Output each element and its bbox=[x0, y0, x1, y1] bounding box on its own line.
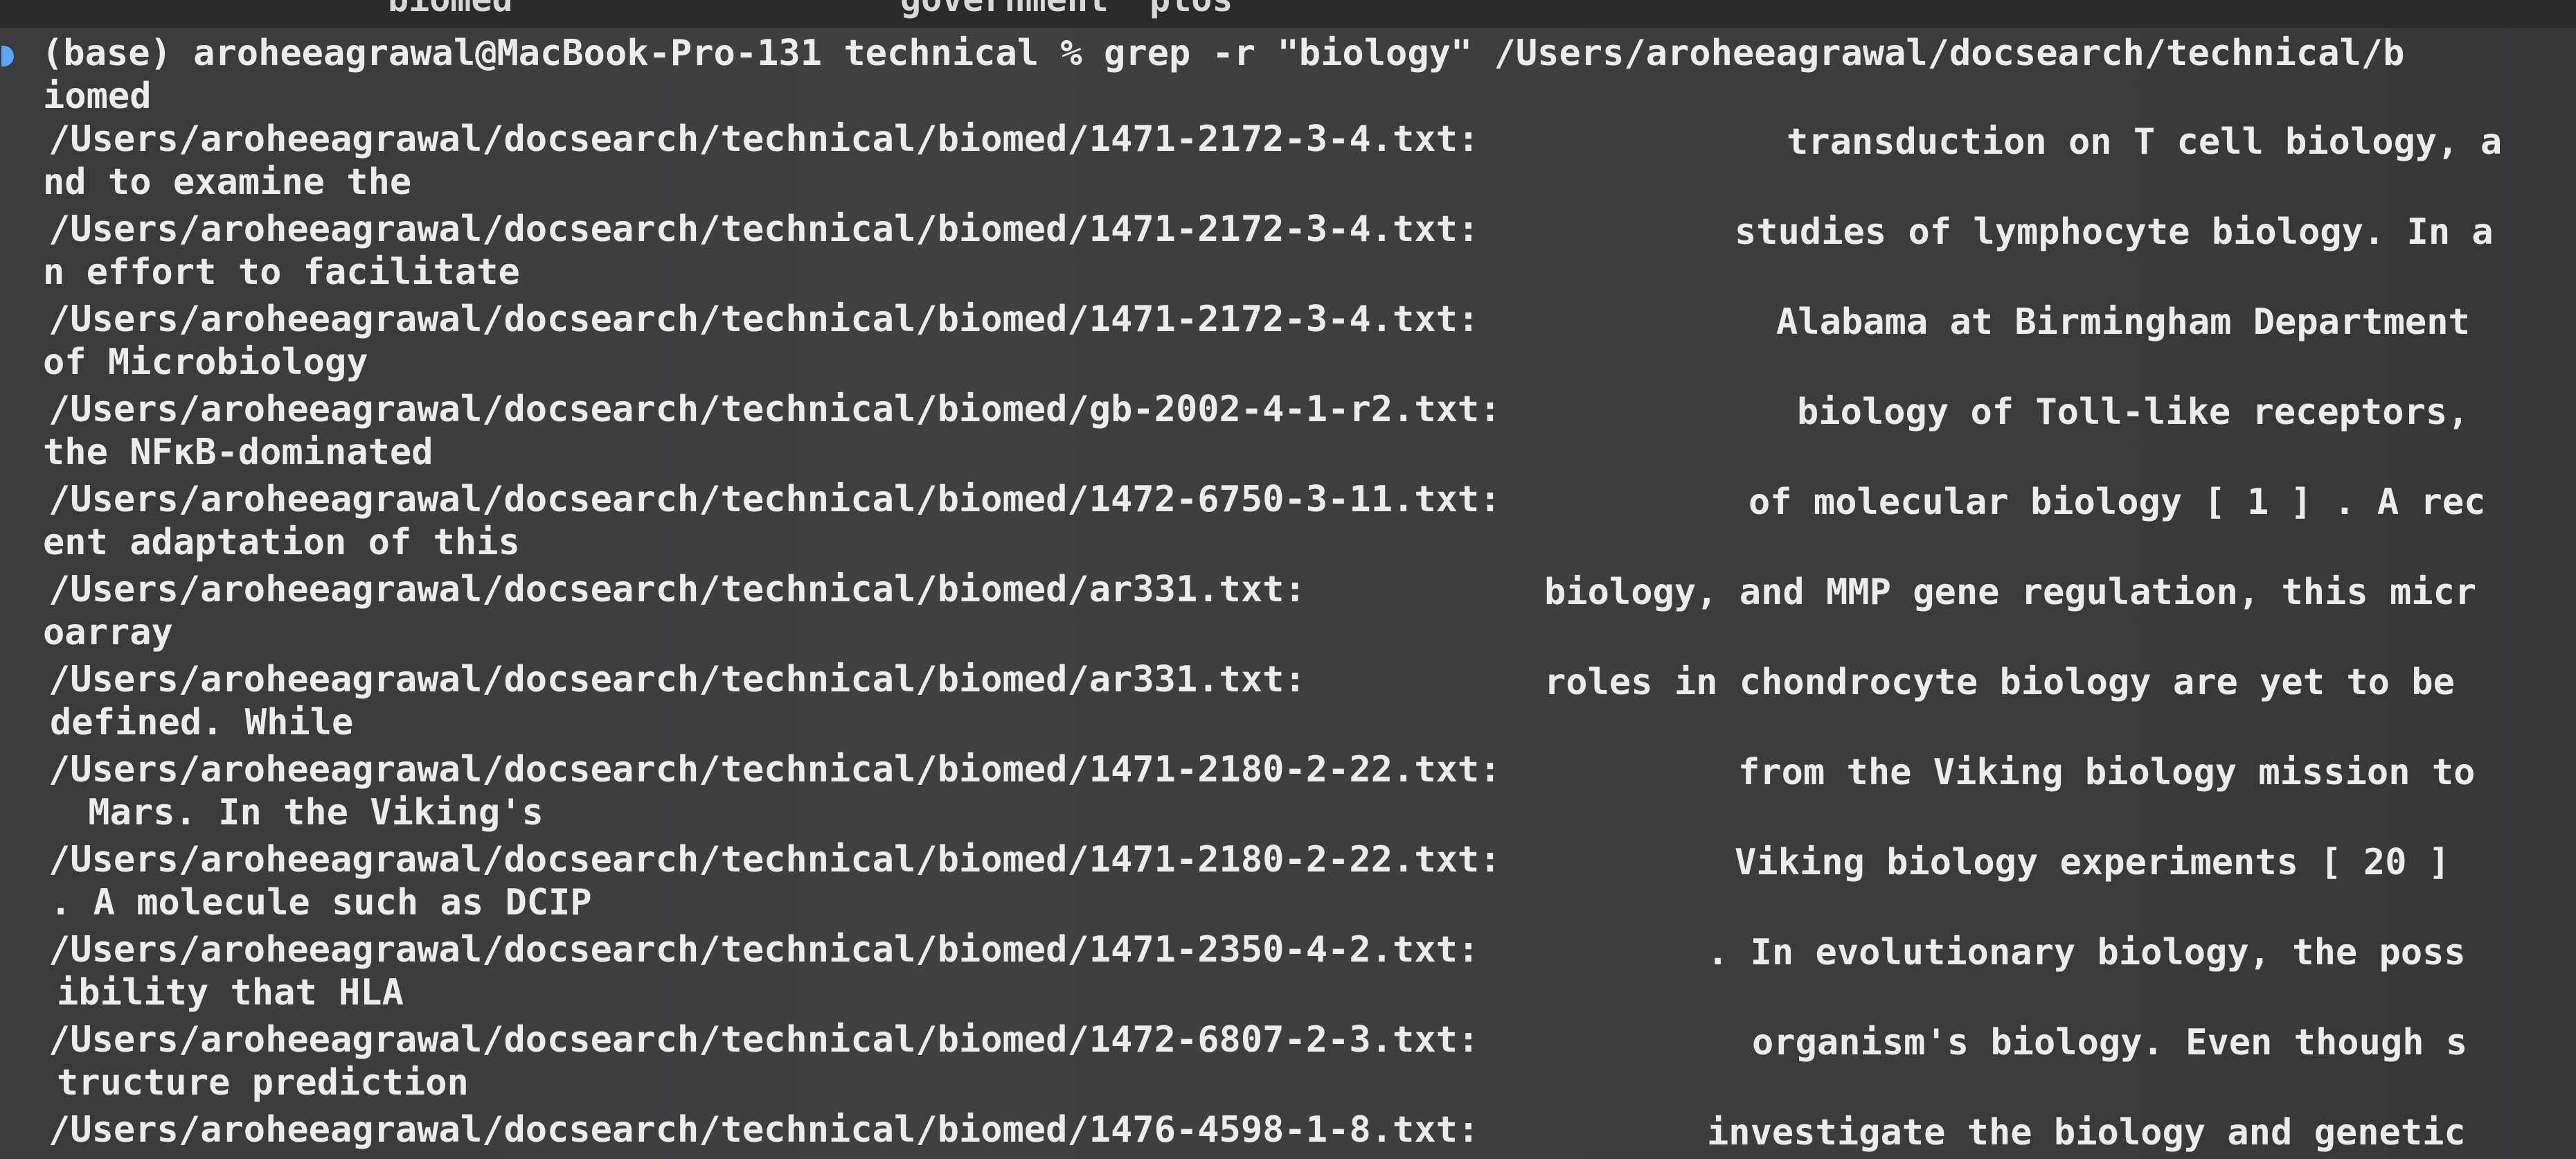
result-path: /Users/aroheeagrawal/docsearch/technical… bbox=[48, 479, 1501, 520]
result-path: /Users/aroheeagrawal/docsearch/technical… bbox=[48, 118, 1480, 160]
prompt-marker-icon bbox=[1, 46, 14, 67]
result-match: studies of lymphocyte biology. In a bbox=[1735, 211, 2494, 253]
command-line: (base) aroheeagrawal@MacBook-Pro-131 tec… bbox=[42, 33, 2405, 74]
result-path: /Users/aroheeagrawal/docsearch/technical… bbox=[48, 299, 1480, 340]
result-path: /Users/aroheeagrawal/docsearch/technical… bbox=[48, 839, 1501, 881]
result-continuation: ibility that HLA bbox=[57, 972, 404, 1014]
result-continuation: the NFκB-dominated bbox=[43, 432, 433, 473]
result-match: of molecular biology [ 1 ] . A rec bbox=[1748, 481, 2486, 523]
result-path: /Users/aroheeagrawal/docsearch/technical… bbox=[48, 389, 1501, 430]
clipped-text-right: plos bbox=[1150, 0, 1233, 19]
result-match: investigate the biology and genetic bbox=[1707, 1112, 2466, 1153]
result-continuation: . A molecule such as DCIP bbox=[50, 882, 592, 923]
clipped-text-middle: government bbox=[900, 0, 1109, 19]
result-match: from the Viking biology mission to bbox=[1738, 752, 2476, 793]
result-match: roles in chondrocyte biology are yet to … bbox=[1544, 662, 2455, 703]
command-line-wrap: iomed bbox=[43, 76, 152, 117]
result-continuation: defined. While bbox=[50, 702, 354, 743]
result-match: Alabama at Birmingham Department bbox=[1776, 301, 2470, 343]
result-continuation: of Microbiology bbox=[43, 342, 368, 383]
result-path: /Users/aroheeagrawal/docsearch/technical… bbox=[48, 1109, 1480, 1151]
result-path: /Users/aroheeagrawal/docsearch/technical… bbox=[48, 929, 1480, 971]
top-clipped-output: biomed government plos bbox=[0, 0, 2576, 28]
clipped-text-left: biomed bbox=[388, 0, 513, 19]
result-continuation: Mars. In the Viking's bbox=[66, 792, 544, 833]
result-continuation: n effort to facilitate bbox=[43, 251, 520, 293]
terminal-window[interactable]: (base) aroheeagrawal@MacBook-Pro-131 tec… bbox=[0, 28, 2576, 1159]
result-continuation: ent adaptation of this bbox=[43, 522, 520, 563]
result-match: Viking biology experiments [ 20 ] bbox=[1735, 842, 2451, 883]
result-match: . In evolutionary biology, the poss bbox=[1707, 932, 2466, 973]
result-path: /Users/aroheeagrawal/docsearch/technical… bbox=[48, 749, 1501, 790]
result-match: biology, and MMP gene regulation, this m… bbox=[1544, 572, 2477, 613]
result-match: organism's biology. Even though s bbox=[1752, 1022, 2468, 1063]
result-path: /Users/aroheeagrawal/docsearch/technical… bbox=[48, 1019, 1480, 1061]
result-continuation: nd to examine the bbox=[43, 161, 412, 203]
result-match: biology of Toll-like receptors, bbox=[1797, 391, 2469, 433]
result-continuation: oarray bbox=[43, 612, 173, 653]
result-path: /Users/aroheeagrawal/docsearch/technical… bbox=[48, 659, 1306, 700]
result-continuation: tructure prediction bbox=[57, 1062, 469, 1104]
result-match: transduction on T cell biology, a bbox=[1787, 121, 2503, 163]
result-path: /Users/aroheeagrawal/docsearch/technical… bbox=[48, 209, 1480, 250]
result-path: /Users/aroheeagrawal/docsearch/technical… bbox=[48, 569, 1306, 610]
